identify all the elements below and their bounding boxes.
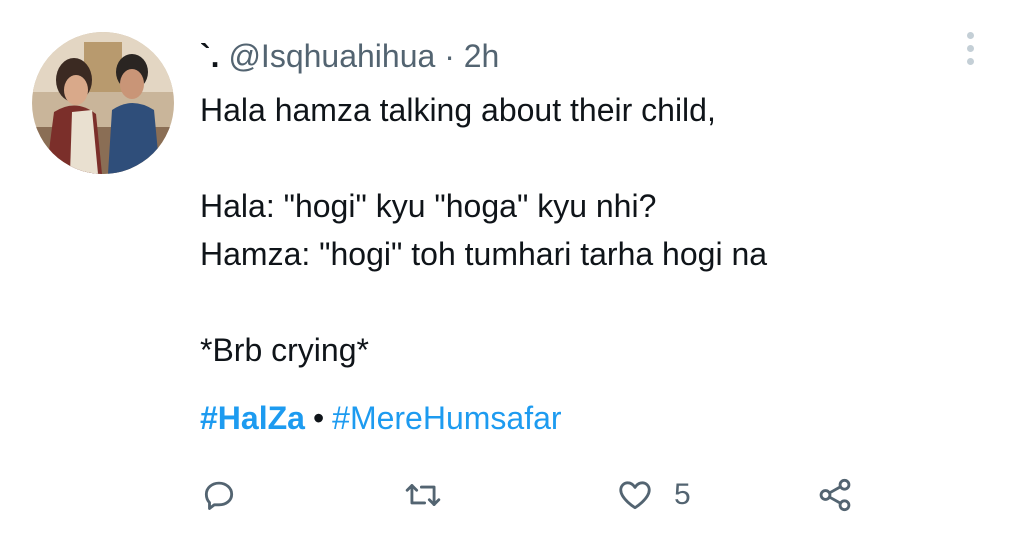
retweet-button[interactable]: [404, 470, 442, 520]
hashtag-link[interactable]: #MereHumsafar: [332, 400, 561, 436]
like-button[interactable]: 5: [616, 470, 691, 520]
handle[interactable]: @Isqhuahihua: [228, 38, 435, 74]
avatar[interactable]: [32, 32, 174, 174]
like-count: 5: [674, 478, 691, 511]
avatar-image: [32, 32, 174, 174]
tweet-line: Hala hamza talking about their child,: [200, 92, 716, 128]
tweet-text: Hala hamza talking about their child, Ha…: [200, 86, 980, 374]
tweet-line: Hala: "hogi" kyu "hoga" kyu nhi?: [200, 188, 657, 224]
header-separator: ·: [444, 38, 455, 74]
retweet-icon: [405, 484, 441, 506]
tweet-line: Hamza: "hogi" toh tumhari tarha hogi na: [200, 236, 768, 272]
action-bar: 5: [200, 470, 900, 520]
tweet-line: *Brb crying*: [200, 332, 369, 368]
hashtag-link[interactable]: #HalZa: [200, 400, 305, 436]
share-icon: [819, 478, 851, 512]
reply-button[interactable]: [200, 470, 238, 520]
heart-icon: [619, 481, 651, 510]
reply-icon: [204, 481, 234, 510]
share-button[interactable]: [816, 470, 854, 520]
more-options-icon[interactable]: [958, 32, 982, 72]
hashtag-separator: •: [312, 400, 325, 436]
hashtags: #HalZa • #MereHumsafar: [200, 394, 562, 442]
timestamp[interactable]: 2h: [464, 38, 500, 74]
display-name[interactable]: `.: [200, 38, 220, 74]
tweet-header: `. @Isqhuahihua · 2h: [200, 36, 499, 76]
